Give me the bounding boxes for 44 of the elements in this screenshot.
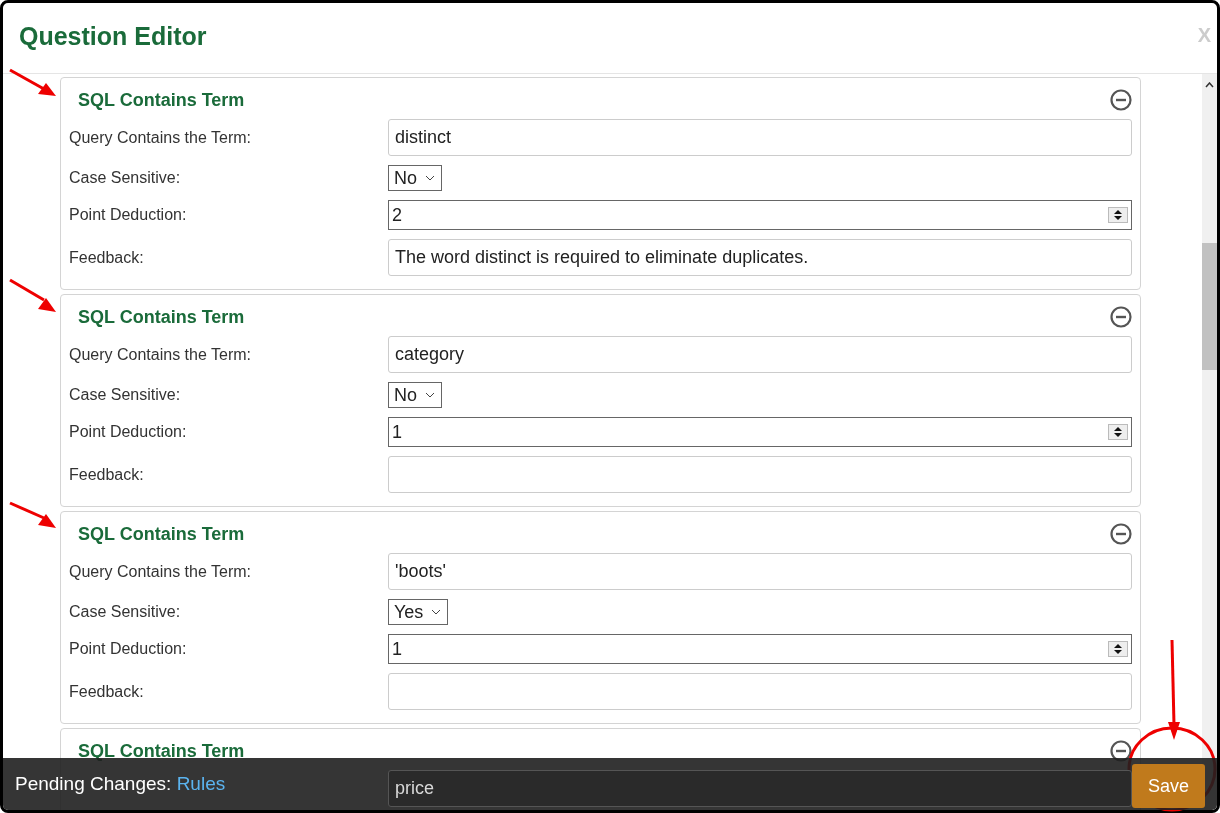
chevron-down-icon <box>425 392 435 398</box>
spinner-icon[interactable] <box>1108 424 1128 440</box>
field-label: Query Contains the Term: <box>69 561 252 582</box>
annotation-arrow <box>9 501 56 528</box>
text-field[interactable]: The word distinct is required to eliminate duplicates. <box>388 239 1132 276</box>
dropdown[interactable]: No <box>388 382 442 408</box>
remove-icon[interactable] <box>1110 89 1132 111</box>
dropdown[interactable]: Yes <box>388 599 449 625</box>
dropdown[interactable]: No <box>388 165 442 191</box>
dialog-title: Question Editor <box>19 21 207 52</box>
chevron-down-icon <box>431 609 442 615</box>
field-label: Point Deduction: <box>69 422 188 442</box>
annotation-arrow <box>9 278 56 312</box>
field-label: Feedback: <box>69 464 145 485</box>
spinner-icon[interactable] <box>1108 207 1128 223</box>
chevron-down-icon <box>425 175 435 181</box>
rule-title: SQL Contains Term <box>78 739 245 763</box>
number-field[interactable]: 1 <box>388 634 1132 664</box>
scrollbar-thumb[interactable] <box>1202 243 1217 370</box>
rule-title: SQL Contains Term <box>78 305 245 329</box>
text-field[interactable]: distinct <box>388 119 1132 156</box>
number-field[interactable]: 1 <box>388 417 1132 447</box>
pending-changes-text: Pending Changes: Rules <box>15 771 226 796</box>
rule-title: SQL Contains Term <box>78 522 245 546</box>
field-label: Case Sensitive: <box>69 385 182 405</box>
remove-icon[interactable] <box>1110 523 1132 545</box>
text-field[interactable]: price <box>388 770 1132 807</box>
text-field[interactable]: category <box>388 336 1132 373</box>
text-field[interactable]: 'boots' <box>388 553 1132 590</box>
number-field[interactable]: 2 <box>388 200 1132 230</box>
scroll-up-icon[interactable] <box>1205 82 1214 88</box>
field-label: Query Contains the Term: <box>69 344 252 365</box>
field-label: Point Deduction: <box>69 205 188 225</box>
field-label: Feedback: <box>69 247 145 268</box>
field-label: Feedback: <box>69 681 145 702</box>
field-label: Point Deduction: <box>69 639 188 659</box>
field-label: Case Sensitive: <box>69 602 182 622</box>
rules-link[interactable]: Rules <box>176 772 226 794</box>
remove-icon[interactable] <box>1110 306 1132 328</box>
annotation-arrow <box>9 68 56 96</box>
field-label: Case Sensitive: <box>69 168 182 188</box>
spinner-icon[interactable] <box>1108 641 1128 657</box>
field-label: Query Contains the Term: <box>69 127 252 148</box>
rule-title: SQL Contains Term <box>78 88 245 112</box>
